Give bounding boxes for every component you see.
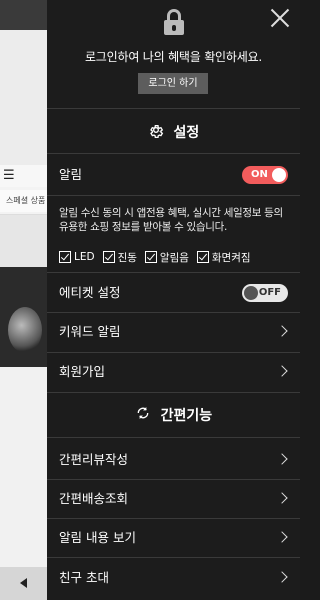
quick-delivery-row[interactable]: 간편배송조회 (47, 479, 300, 519)
option-led[interactable]: LED (59, 249, 95, 265)
background-block (0, 215, 47, 267)
divider (47, 153, 300, 154)
background-page: ☰ 스페셜 상품 (0, 0, 47, 600)
chevron-right-icon (276, 571, 288, 583)
notification-label: 알림 (59, 167, 83, 182)
background-bottom-bar (0, 567, 47, 600)
divider (47, 108, 300, 109)
view-notifications-label: 알림 내용 보기 (59, 530, 136, 545)
checkbox-checked-icon[interactable] (144, 251, 157, 263)
etiquette-label: 에티켓 설정 (59, 285, 121, 300)
arrow-left-icon[interactable] (20, 578, 27, 588)
lock-icon (164, 9, 184, 35)
refresh-icon (135, 405, 151, 425)
keyword-alert-row[interactable]: 키워드 알림 (47, 312, 300, 352)
background-content (0, 367, 47, 567)
chevron-right-icon (276, 531, 288, 543)
invite-friends-label: 친구 초대 (59, 570, 109, 585)
divider (47, 392, 300, 393)
quick-review-label: 간편리뷰작성 (59, 452, 129, 467)
gear-icon (148, 122, 164, 142)
quick-delivery-label: 간편배송조회 (59, 491, 129, 506)
background-category: 스페셜 상품 (0, 190, 47, 212)
etiquette-toggle-label: OFF (258, 287, 281, 298)
chevron-right-icon (276, 492, 288, 504)
quick-functions-header: 간편기능 (47, 405, 300, 425)
settings-header: 설정 (47, 122, 300, 142)
side-drawer: 로그인하여 나의 혜택을 확인하세요. 로그인 하기 설정 알림 ON 알림 수… (47, 0, 300, 600)
chevron-right-icon (276, 453, 288, 465)
option-vibration[interactable]: 진동 (102, 249, 137, 265)
notification-options: LED 진동 알림음 화면켜짐 (59, 249, 294, 265)
divider (47, 195, 300, 196)
login-button[interactable]: 로그인 하기 (138, 73, 208, 94)
checkbox-checked-icon[interactable] (102, 251, 115, 263)
divider (47, 437, 300, 438)
close-icon[interactable] (270, 8, 290, 28)
view-notifications-row[interactable]: 알림 내용 보기 (47, 518, 300, 558)
hamburger-icon[interactable]: ☰ (0, 165, 47, 187)
background-product-image (0, 267, 47, 367)
option-sound[interactable]: 알림음 (144, 249, 189, 265)
signup-row[interactable]: 회원가입 (47, 352, 300, 392)
invite-friends-row[interactable]: 친구 초대 (47, 558, 300, 598)
quick-functions-title: 간편기능 (160, 408, 213, 424)
background-banner (0, 30, 47, 165)
background-header (0, 0, 47, 30)
keyword-alert-label: 키워드 알림 (59, 324, 121, 339)
settings-title: 설정 (173, 125, 200, 141)
quick-review-row[interactable]: 간편리뷰작성 (47, 440, 300, 480)
notification-description: 알림 수신 동의 시 앱전용 혜택, 실시간 세일정보 등의 유용한 쇼핑 정보… (59, 207, 283, 233)
notification-toggle-label: ON (251, 169, 268, 180)
etiquette-toggle[interactable]: OFF (242, 284, 288, 302)
notification-toggle[interactable]: ON (242, 166, 288, 184)
login-message: 로그인하여 나의 혜택을 확인하세요. (84, 50, 263, 64)
chevron-right-icon (276, 365, 288, 377)
checkbox-checked-icon[interactable] (196, 251, 209, 263)
checkbox-checked-icon[interactable] (59, 251, 71, 263)
option-screen-on[interactable]: 화면켜짐 (196, 249, 251, 265)
chevron-right-icon (276, 325, 288, 337)
signup-label: 회원가입 (59, 364, 106, 379)
